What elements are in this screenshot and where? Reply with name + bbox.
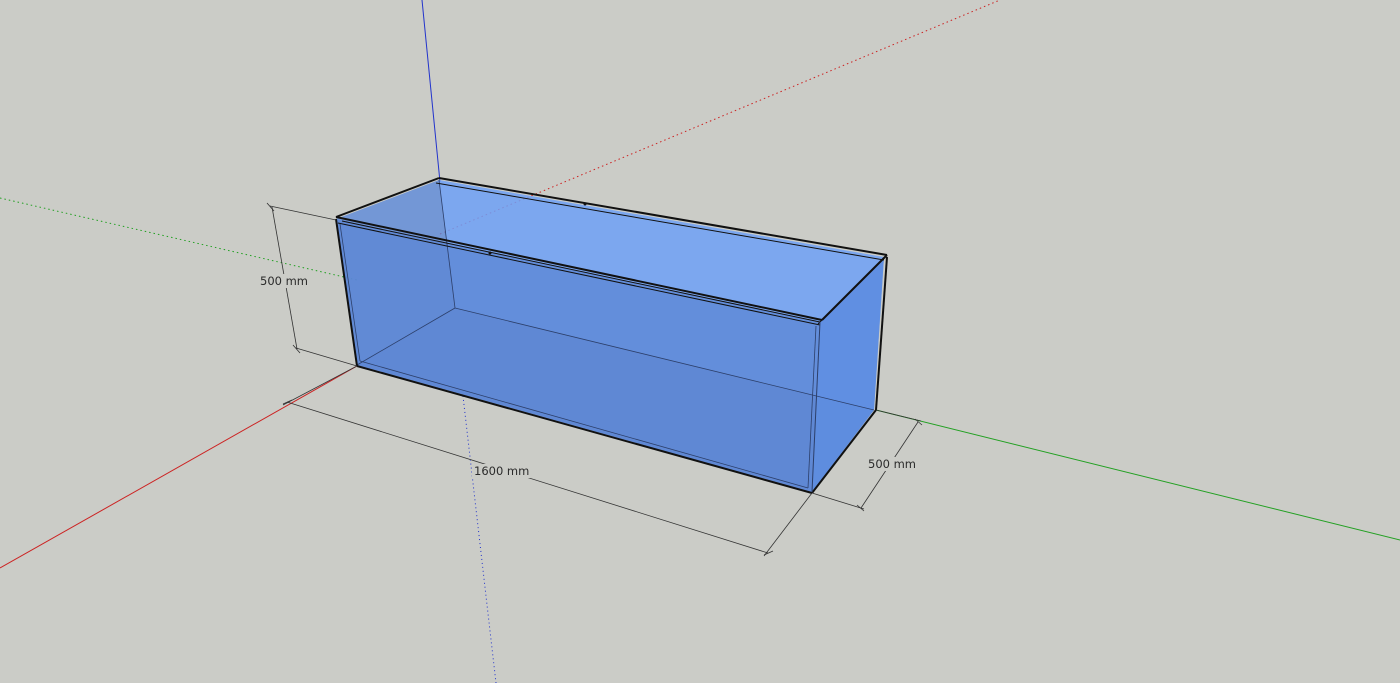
red-axis-solid <box>0 365 358 569</box>
model-viewport[interactable]: 500 mm 1600 mm 500 mm <box>0 0 1400 683</box>
scene-canvas[interactable] <box>0 0 1400 683</box>
rim-marker <box>583 202 587 206</box>
green-axis-solid <box>875 409 1400 541</box>
rim-marker <box>488 251 492 255</box>
dimension-height-label[interactable]: 500 mm <box>258 274 311 288</box>
blue-axis-dotted <box>462 395 497 683</box>
dimension-depth-label[interactable]: 500 mm <box>866 457 919 471</box>
dimension-length-label[interactable]: 1600 mm <box>472 464 532 478</box>
blue-axis-solid <box>421 0 441 183</box>
green-axis-dotted <box>0 197 358 281</box>
glass-tank[interactable] <box>335 177 888 494</box>
